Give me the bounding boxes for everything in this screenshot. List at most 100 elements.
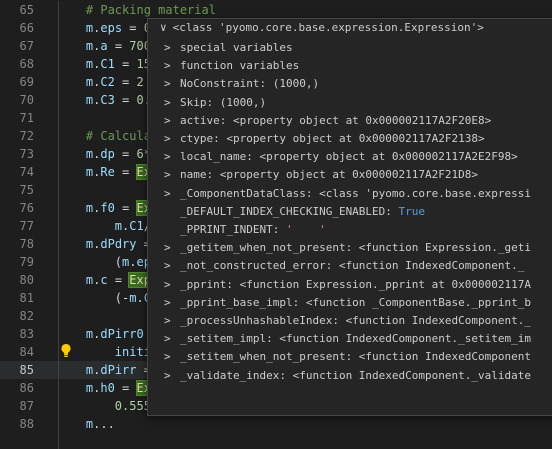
variable-row[interactable]: > _pprint: <function Expression._pprint a… bbox=[148, 276, 552, 294]
code-token: dPirr bbox=[100, 363, 137, 377]
line-number: 83 bbox=[19, 327, 34, 341]
code-editor[interactable]: 65 # Packing material66 m.eps = 0.8567 m… bbox=[0, 0, 552, 449]
variable-row[interactable]: > function variables bbox=[148, 57, 552, 75]
variable-text: special variables bbox=[180, 39, 293, 57]
variable-text: _getitem_when_not_present: <function Exp… bbox=[180, 239, 531, 257]
variable-row[interactable]: _PPRINT_INDENT: ' ' bbox=[148, 221, 552, 239]
code-line[interactable]: 65 # Packing material bbox=[0, 1, 552, 19]
variable-row[interactable]: > special variables bbox=[148, 39, 552, 57]
variable-row[interactable]: > _processUnhashableIndex: <function Inde… bbox=[148, 312, 552, 330]
variable-label: _getitem_when_not_present: <function Exp… bbox=[180, 241, 531, 255]
variable-label: NoConstraint: (1000,) bbox=[180, 77, 320, 91]
chevron-right-icon[interactable]: > bbox=[164, 75, 176, 93]
code-token: C1 bbox=[100, 57, 115, 71]
code-token: = bbox=[114, 57, 137, 71]
code-token: = bbox=[114, 75, 137, 89]
chevron-right-icon[interactable]: > bbox=[164, 257, 176, 275]
code-token: = bbox=[114, 165, 137, 179]
line-number: 65 bbox=[19, 3, 34, 17]
variable-label: ctype: <property object at 0x000002117A2… bbox=[180, 132, 485, 145]
variable-row[interactable]: > _ComponentDataClass: <class 'pyomo.core… bbox=[148, 185, 552, 203]
code-token: Re bbox=[100, 165, 115, 179]
code-token: f0 bbox=[100, 201, 115, 215]
variable-text: _not_constructed_error: <function Indexe… bbox=[180, 257, 524, 275]
chevron-right-icon[interactable]: > bbox=[164, 112, 176, 130]
hover-header[interactable]: ∨ <class 'pyomo.core.base.expression.Expr… bbox=[148, 19, 552, 36]
variable-label: special variables bbox=[180, 41, 293, 54]
variable-row[interactable]: > _getitem_when_not_present: <function Ex… bbox=[148, 239, 552, 257]
chevron-right-icon[interactable]: > bbox=[164, 312, 176, 330]
line-number: 73 bbox=[19, 147, 34, 161]
variable-row[interactable]: > active: <property object at 0x000002117… bbox=[148, 112, 552, 130]
variable-row[interactable]: > _not_constructed_error: <function Index… bbox=[148, 257, 552, 275]
chevron-right-icon[interactable]: > bbox=[164, 294, 176, 312]
debug-hover-panel[interactable]: ∨ <class 'pyomo.core.base.expression.Expr… bbox=[147, 18, 552, 416]
variable-label: _pprint: <function Expression._pprint at… bbox=[180, 277, 531, 291]
variable-row[interactable]: > _pprint_base_impl: <function _Component… bbox=[148, 294, 552, 312]
code-line[interactable]: 88 m... bbox=[0, 415, 552, 433]
code-token: = bbox=[114, 147, 137, 161]
variable-text: _pprint_base_impl: <function _ComponentB… bbox=[180, 294, 531, 312]
chevron-right-icon[interactable]: > bbox=[164, 239, 176, 257]
chevron-right-icon[interactable]: > bbox=[164, 130, 176, 148]
variable-row[interactable]: > _validate_index: <function IndexedCompo… bbox=[148, 367, 552, 385]
line-number: 82 bbox=[19, 309, 34, 323]
variable-text: Skip: (1000,) bbox=[180, 94, 266, 112]
variable-text: NoConstraint: (1000,) bbox=[180, 75, 319, 93]
line-number: 77 bbox=[19, 219, 34, 233]
chevron-right-icon[interactable]: > bbox=[164, 39, 176, 57]
variable-row[interactable]: > Skip: (1000,) bbox=[148, 94, 552, 112]
line-number: 80 bbox=[19, 273, 34, 287]
chevron-right-icon[interactable]: > bbox=[164, 185, 176, 203]
chevron-right-icon[interactable]: > bbox=[164, 166, 176, 184]
chevron-right-icon[interactable]: > bbox=[164, 94, 176, 112]
variable-row[interactable]: _DEFAULT_INDEX_CHECKING_ENABLED: True bbox=[148, 203, 552, 221]
variable-row[interactable]: > _setitem_when_not_present: <function In… bbox=[148, 348, 552, 366]
code-token: ( bbox=[114, 255, 123, 269]
chevron-right-icon[interactable]: > bbox=[164, 276, 176, 294]
code-text: m.C1 = 15 bbox=[57, 55, 151, 73]
variable-text: function variables bbox=[180, 57, 299, 75]
code-token: (- bbox=[114, 291, 130, 305]
code-token: = bbox=[107, 39, 130, 53]
code-token: = bbox=[122, 21, 144, 35]
chevron-down-icon[interactable]: ∨ bbox=[160, 21, 167, 34]
line-number: 67 bbox=[19, 39, 34, 53]
line-number: 79 bbox=[19, 255, 34, 269]
variable-text: _DEFAULT_INDEX_CHECKING_ENABLED: True bbox=[180, 203, 425, 221]
chevron-right-icon[interactable]: > bbox=[164, 348, 176, 366]
code-token: a bbox=[100, 39, 108, 53]
chevron-right-icon[interactable]: > bbox=[164, 367, 176, 385]
code-token: 0.555 bbox=[114, 399, 151, 413]
variable-row[interactable]: > ctype: <property object at 0x000002117A… bbox=[148, 130, 552, 148]
code-token: . bbox=[136, 291, 144, 305]
chevron-right-icon[interactable]: > bbox=[164, 330, 176, 348]
variable-row[interactable]: > name: <property object at 0x000002117A2… bbox=[148, 166, 552, 184]
code-text: m.C2 = 2 bbox=[57, 73, 144, 91]
chevron-right-icon[interactable]: > bbox=[164, 148, 176, 166]
chevron-right-icon[interactable]: > bbox=[164, 57, 176, 75]
code-token: h0 bbox=[100, 381, 115, 395]
code-token: .. bbox=[100, 417, 115, 431]
variable-label: local_name: <property object at 0x000002… bbox=[180, 150, 518, 164]
variable-row[interactable]: > _setitem_impl: <function IndexedCompone… bbox=[148, 330, 552, 348]
variable-text: active: <property object at 0x000002117A… bbox=[180, 112, 491, 130]
lightbulb-icon[interactable] bbox=[60, 343, 72, 361]
variable-label: Skip: (1000,) bbox=[180, 95, 267, 109]
variable-label: _not_constructed_error: <function Indexe… bbox=[180, 259, 525, 273]
variable-label: _validate_index: <function IndexedCompon… bbox=[180, 368, 531, 382]
variable-row[interactable]: > NoConstraint: (1000,) bbox=[148, 75, 552, 93]
code-token: dp bbox=[100, 147, 115, 161]
variable-label: _pprint_base_impl: <function _ComponentB… bbox=[180, 295, 531, 309]
variable-row[interactable]: > local_name: <property object at 0x00000… bbox=[148, 148, 552, 166]
